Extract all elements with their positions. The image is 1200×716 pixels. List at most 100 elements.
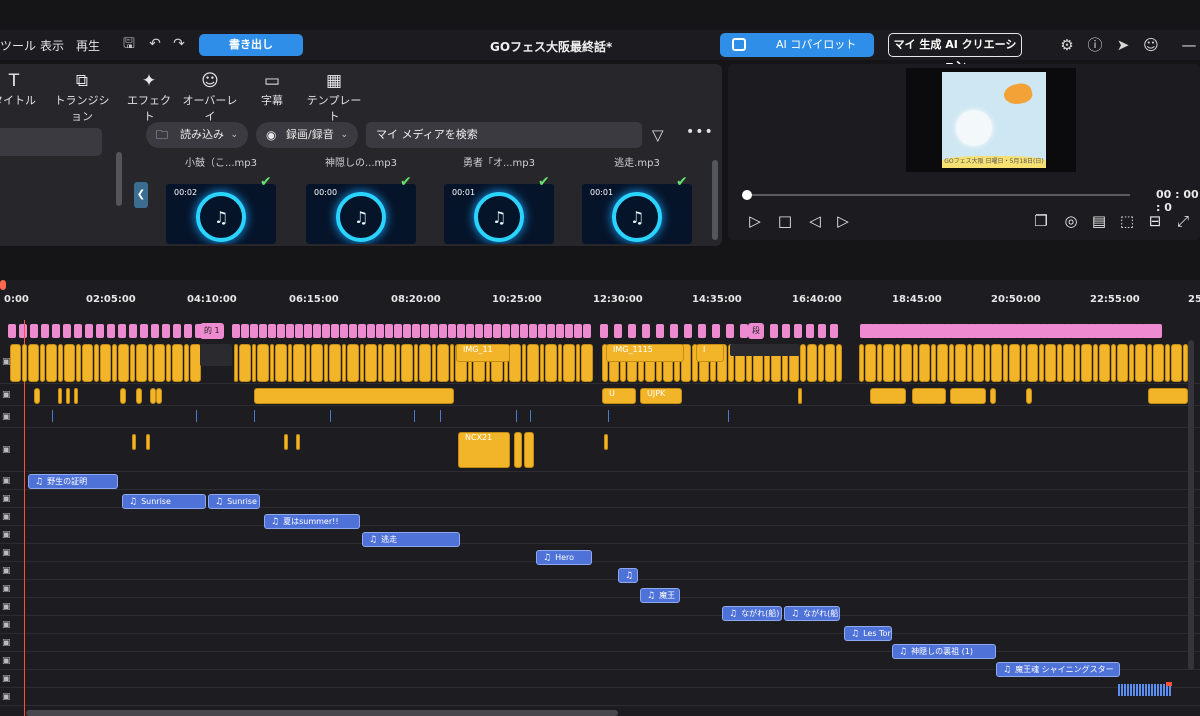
- import-button[interactable]: 🗀 読み込み ⌄: [146, 122, 248, 148]
- video-clip[interactable]: [10, 344, 21, 382]
- audio-clip[interactable]: ♫ ながれ(船): [784, 606, 840, 621]
- video-clip[interactable]: [1027, 344, 1038, 382]
- video-clip[interactable]: [184, 344, 189, 382]
- sidebar-scrollbar[interactable]: [116, 152, 122, 206]
- timeline-marker[interactable]: [358, 324, 366, 338]
- timeline-marker[interactable]: [628, 324, 636, 338]
- video-clip[interactable]: [807, 344, 817, 382]
- timeline-marker[interactable]: [63, 324, 71, 338]
- video-clip[interactable]: [1111, 344, 1116, 382]
- video-clip[interactable]: [895, 344, 900, 382]
- track-lock-icon[interactable]: ▣: [2, 445, 12, 455]
- timeline-marker[interactable]: [1154, 324, 1162, 338]
- video-clip[interactable]: [432, 344, 436, 382]
- audio-clip[interactable]: ♫ 野生の証明: [28, 474, 118, 489]
- timeline-marker[interactable]: [173, 324, 181, 338]
- timeline-marker[interactable]: [556, 324, 564, 338]
- video-clip[interactable]: [545, 344, 557, 382]
- video-clip[interactable]: [154, 344, 165, 382]
- timeline-marker[interactable]: [162, 324, 170, 338]
- keyframe-marker[interactable]: [52, 410, 53, 422]
- audio-clip[interactable]: ♫ 夏はsummer!!: [264, 514, 360, 529]
- timeline-marker[interactable]: [583, 324, 591, 338]
- keyframe-marker[interactable]: [516, 410, 517, 422]
- export-button[interactable]: 書き出し: [199, 34, 303, 56]
- video-clip[interactable]: [950, 388, 986, 404]
- timeline-marker[interactable]: [439, 324, 447, 338]
- video-clip[interactable]: [576, 344, 580, 382]
- video-clip[interactable]: [883, 344, 894, 382]
- timeline-track[interactable]: ▣: [0, 688, 1200, 706]
- audio-clip[interactable]: ♫ 魔王魂 シャイニングスター: [996, 662, 1120, 677]
- track-lock-icon[interactable]: ▣: [2, 548, 12, 558]
- video-clip[interactable]: [1026, 388, 1032, 404]
- video-clip[interactable]: [967, 344, 972, 382]
- track-lock-icon[interactable]: ▣: [2, 674, 12, 684]
- timeline-marker[interactable]: [52, 324, 60, 338]
- video-clip[interactable]: [172, 344, 183, 382]
- timeline-marker[interactable]: [403, 324, 411, 338]
- tab-transition[interactable]: ⧉ トランジション: [50, 70, 114, 124]
- video-clip[interactable]: [524, 432, 534, 468]
- media-sidebar-item[interactable]: [0, 128, 102, 156]
- video-clip[interactable]: [825, 344, 835, 382]
- track-lock-icon[interactable]: ▣: [2, 602, 12, 612]
- video-clip[interactable]: [1099, 344, 1110, 382]
- timeline-marker[interactable]: [394, 324, 402, 338]
- keyframe-marker[interactable]: [728, 410, 729, 422]
- audio-clip[interactable]: ♫ Sunrise: [122, 494, 206, 509]
- video-clip[interactable]: [419, 344, 431, 382]
- track-lock-icon[interactable]: ▣: [2, 656, 12, 666]
- help-icon[interactable]: ⓘ: [1086, 36, 1104, 54]
- video-clip[interactable]: [58, 388, 62, 404]
- timeline-horizontal-scrollbar[interactable]: [26, 710, 618, 716]
- timeline-marker[interactable]: [770, 324, 778, 338]
- audio-clip[interactable]: ♫ 逃走: [362, 532, 460, 547]
- video-clip[interactable]: [1063, 344, 1074, 382]
- timeline-track[interactable]: ▣: [0, 544, 1200, 562]
- audio-clip[interactable]: ♫ 魔王: [640, 588, 680, 603]
- play-icon[interactable]: ▷: [746, 212, 764, 230]
- video-clip[interactable]: [581, 344, 593, 382]
- timeline-marker[interactable]: [367, 324, 375, 338]
- media-scrollbar[interactable]: [712, 160, 718, 240]
- timeline-marker[interactable]: [349, 324, 357, 338]
- track-lock-icon[interactable]: ▣: [2, 390, 12, 400]
- audio-clip[interactable]: ♫ ながれ(船): [722, 606, 782, 621]
- timeline-marker[interactable]: [740, 324, 748, 338]
- timeline-marker[interactable]: [698, 324, 706, 338]
- video-clip[interactable]: [527, 344, 539, 382]
- video-clip[interactable]: [836, 344, 842, 382]
- video-clip[interactable]: [136, 388, 142, 404]
- keyframe-marker[interactable]: [254, 410, 255, 422]
- timeline-marker[interactable]: [412, 324, 420, 338]
- track-lock-icon[interactable]: ▣: [2, 412, 12, 422]
- video-clip[interactable]: [383, 344, 395, 382]
- video-clip[interactable]: [120, 388, 126, 404]
- video-clip[interactable]: [931, 344, 936, 382]
- video-clip[interactable]: [146, 434, 150, 450]
- video-clip[interactable]: [437, 344, 449, 382]
- timeline-track[interactable]: ▣: [0, 406, 1200, 428]
- video-clip[interactable]: [450, 344, 454, 382]
- undo-icon[interactable]: ↶: [146, 35, 164, 53]
- video-clip[interactable]: [156, 388, 162, 404]
- video-clip[interactable]: [877, 344, 882, 382]
- keyframe-marker[interactable]: [414, 410, 415, 422]
- video-clip[interactable]: [296, 434, 300, 450]
- keyframe-marker[interactable]: [530, 410, 531, 422]
- video-clip[interactable]: [514, 432, 522, 468]
- timeline-track[interactable]: ▣: [0, 384, 1200, 406]
- timeline-marker[interactable]: [656, 324, 664, 338]
- timeline-marker[interactable]: [726, 324, 734, 338]
- video-clip-label[interactable]: IMG_1115: [606, 344, 684, 362]
- minimize-icon[interactable]: —: [1180, 36, 1198, 54]
- keyframe-marker[interactable]: [440, 410, 441, 422]
- video-clip[interactable]: [136, 344, 147, 382]
- tab-effect[interactable]: ✦ エフェクト: [124, 70, 174, 124]
- tab-template[interactable]: ▦ テンプレート: [304, 70, 364, 124]
- video-clip[interactable]: [34, 388, 40, 404]
- video-clip[interactable]: [378, 344, 382, 382]
- video-clip[interactable]: [252, 344, 256, 382]
- video-clip[interactable]: [522, 344, 526, 382]
